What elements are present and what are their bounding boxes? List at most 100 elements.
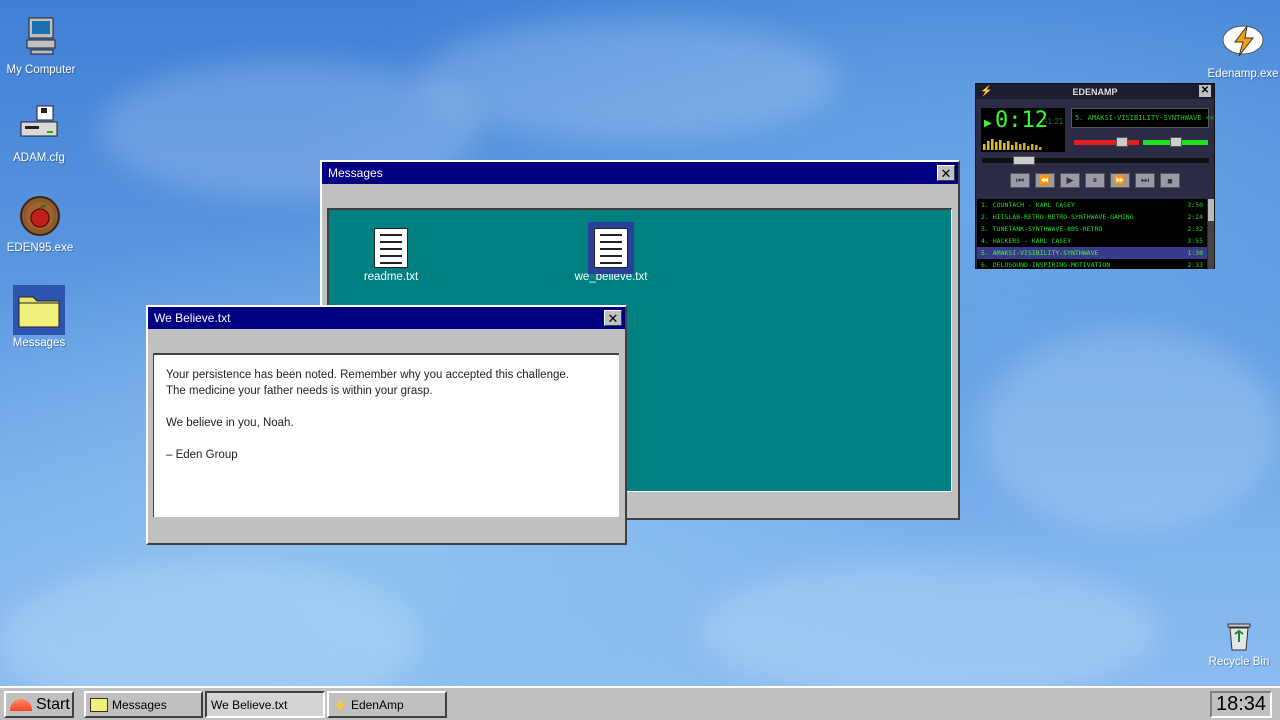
text-line [166,431,607,447]
play-button[interactable]: ▶ [1060,173,1080,188]
sunset-logo-icon [10,698,32,711]
system-clock[interactable]: 18:34 [1210,691,1272,718]
elapsed-time: 0:12 [995,108,1048,133]
playlist-item[interactable]: 2. HITSLAB-RETRO-RETRO-SYNTHWAVE-GAMING 2… [977,211,1207,223]
close-button[interactable]: ✕ [604,310,622,326]
folder-icon [90,697,108,712]
desktop-icon-adam-cfg[interactable]: ADAM.cfg [0,104,78,164]
playlist-item[interactable]: 3. TUNETANK-SYNTHWAVE-80S-RETRO 2:32 [977,223,1207,235]
text-viewer-window: We Believe.txt ✕ Your persistence has be… [146,305,627,545]
file-we-believe[interactable]: we_believe.txt [561,222,661,283]
taskbar-item-edenamp[interactable]: ⚡ EdenAmp [327,691,447,718]
edenamp-titlebar[interactable]: ⚡ EDENAMP ✕ [976,84,1214,99]
disk-drive-icon [17,104,61,148]
seek-thumb[interactable] [1013,156,1035,165]
volume-thumb[interactable] [1116,137,1128,147]
spectrum-visualizer [983,139,1042,150]
text-line: – Eden Group [166,449,238,461]
spectrum-bar [1019,144,1022,150]
text-line [166,399,607,415]
close-button[interactable]: ✕ [1199,85,1211,97]
spectrum-bar [1015,142,1018,150]
spectrum-bar [987,141,990,150]
next-track-button[interactable]: ⏭ [1135,173,1155,188]
desktop-icon-my-computer[interactable]: My Computer [2,16,80,76]
track-title: 3. TUNETANK-SYNTHWAVE-80S-RETRO [981,225,1103,233]
seek-bar[interactable] [982,156,1209,165]
track-title: 1. COUNTACH - KARL CASEY [981,201,1075,209]
track-title: 6. DELOSOUND-INSPIRING-MOTIVATION [981,261,1111,269]
text-line: We believe in you, Noah. [166,417,294,429]
window-title: We Believe.txt [154,311,231,325]
balance-thumb[interactable] [1170,137,1182,147]
playlist-item[interactable]: 4. HACKERS - KARL CASEY 3:55 [977,235,1207,247]
recycle-bin-icon [1224,620,1254,652]
lightning-icon [1221,20,1265,64]
transport-controls: ⏮ ⏪ ▶ ⏸ ⏩ ⏭ ■ [1010,173,1185,188]
computer-icon [19,16,63,60]
volume-slider[interactable] [1074,137,1139,147]
playlist: 1. COUNTACH - KARL CASEY 3:50 2. HITSLAB-… [977,199,1207,269]
taskbar: Start Messages We Believe.txt ⚡ EdenAmp … [0,686,1280,720]
spectrum-bar [1027,146,1030,150]
playlist-item-current[interactable]: 5. AMAKSI-VISIBILITY-SYNTHWAVE 1:30 [977,247,1207,259]
taskbar-item-messages[interactable]: Messages [84,691,203,718]
desktop-icon-label: EDEN95.exe [6,242,74,254]
track-title: 2. HITSLAB-RETRO-RETRO-SYNTHWAVE-GAMING [981,213,1134,221]
track-time: 2:24 [1187,213,1203,221]
apple-badge-icon [18,194,62,238]
text-viewer-titlebar[interactable]: We Believe.txt ✕ [148,307,625,329]
stop-button[interactable]: ■ [1160,173,1180,188]
messages-titlebar[interactable]: Messages ✕ [322,162,958,184]
desktop-icon-recycle-bin[interactable]: Recycle Bin [1200,620,1278,668]
spectrum-bar [995,142,998,150]
desktop-icon-edenamp[interactable]: Edenamp.exe [1204,20,1280,80]
balance-slider[interactable] [1143,137,1208,147]
clock-time: 18:34 [1215,693,1267,715]
text-file-icon [374,228,408,268]
pause-button[interactable]: ⏸ [1085,173,1105,188]
text-line: The medicine your father needs is within… [166,385,433,397]
track-time: 3:50 [1187,201,1203,209]
desktop-icon-eden95[interactable]: EDEN95.exe [1,194,79,254]
spectrum-bar [999,140,1002,150]
play-indicator-icon: ▶ [984,118,992,129]
desktop-icon-messages[interactable]: Messages [0,285,78,349]
taskbar-item-label: We Believe.txt [211,697,288,712]
desktop-icon-label: Recycle Bin [1208,656,1270,668]
taskbar-item-we-believe[interactable]: We Believe.txt [205,691,325,718]
desktop-icon-label: My Computer [6,64,76,76]
window-title: Messages [328,166,383,180]
file-label: readme.txt [363,271,419,283]
spectrum-bar [1035,145,1038,150]
desktop-icon-label: ADAM.cfg [13,152,65,164]
scrollbar-thumb[interactable] [1208,199,1214,221]
track-time: 3:55 [1187,237,1203,245]
edenamp-player: ⚡ EDENAMP ✕ ▶ 0:12 -1:21 5. AMAKSI-VISIB… [975,83,1215,269]
track-time: 1:30 [1187,249,1203,257]
rewind-button[interactable]: ⏪ [1035,173,1055,188]
text-content[interactable]: Your persistence has been noted. Remembe… [153,353,619,517]
fast-forward-button[interactable]: ⏩ [1110,173,1130,188]
playlist-item[interactable]: 1. COUNTACH - KARL CASEY 3:50 [977,199,1207,211]
track-title: 4. HACKERS - KARL CASEY [981,237,1072,245]
file-label: we_believe.txt [574,271,648,283]
close-button[interactable]: ✕ [937,165,955,181]
previous-track-button[interactable]: ⏮ [1010,173,1030,188]
text-file-icon [588,222,634,274]
taskbar-item-label: Messages [112,697,167,712]
edenamp-title: EDENAMP [1072,86,1118,97]
playlist-scrollbar[interactable] [1208,199,1214,269]
file-readme[interactable]: readme.txt [341,228,441,283]
spectrum-bar [1003,143,1006,150]
playlist-item[interactable]: 6. DELOSOUND-INSPIRING-MOTIVATION 2:33 [977,259,1207,269]
lightning-icon: ⚡ [333,697,348,712]
edenamp-logo-icon: ⚡ [980,86,993,97]
spectrum-bar [983,144,986,150]
spectrum-bar [1011,145,1014,150]
spectrum-bar [1023,143,1026,150]
desktop-icon-label: Messages [12,337,66,349]
track-title: 5. AMAKSI-VISIBILITY-SYNTHWAVE [981,249,1099,257]
start-button[interactable]: Start [4,691,74,718]
track-marquee: 5. AMAKSI-VISIBILITY-SYNTHWAVE << [1075,114,1215,122]
